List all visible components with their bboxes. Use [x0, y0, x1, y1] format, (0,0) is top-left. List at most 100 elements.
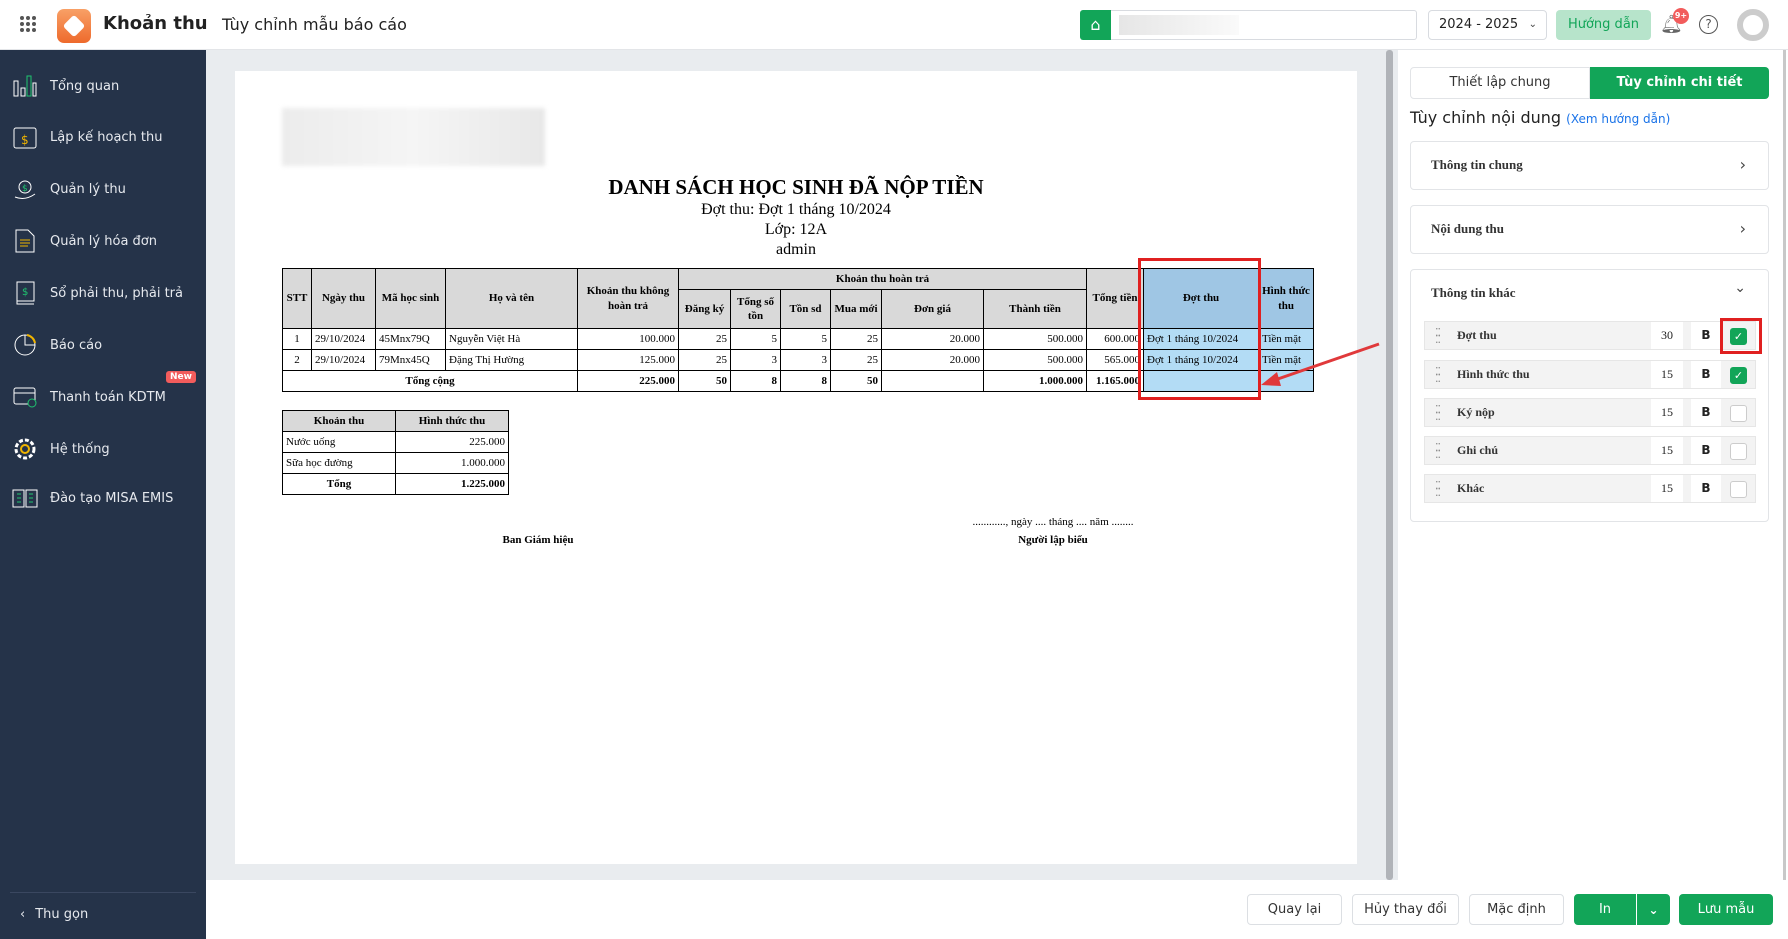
field-width-input[interactable]: 15	[1651, 361, 1683, 388]
tab-general-settings[interactable]: Thiết lập chung	[1410, 67, 1590, 99]
back-button[interactable]: Quay lại	[1247, 894, 1342, 925]
field-row-batch[interactable]: ⁚⁚ ⁚⁚ Đợt thu 30 B ✓	[1424, 321, 1756, 350]
cell: 1.000.000	[982, 370, 1088, 392]
school-year-select[interactable]: 2024 - 2025 ⌄	[1428, 10, 1547, 40]
col-total: Tổng tiền	[1086, 268, 1145, 329]
highlight-box	[1720, 318, 1762, 354]
tab-detail-settings[interactable]: Tùy chỉnh chi tiết	[1590, 67, 1769, 99]
field-visible-checkbox[interactable]: ✓	[1730, 367, 1747, 384]
field-label: Hình thức thu	[1457, 367, 1530, 381]
report-subtitle-class: Lớp: 12A	[764, 221, 828, 238]
collapse-sidebar-button[interactable]: ‹ Thu gọn	[0, 894, 206, 934]
bold-toggle[interactable]: B	[1691, 361, 1721, 388]
col-stock-used: Tồn sd	[780, 289, 831, 329]
chevron-down-icon[interactable]: ⌄	[1734, 280, 1746, 296]
field-row-signature[interactable]: ⁚⁚ ⁚⁚ Ký nộp 15 B	[1424, 398, 1756, 427]
sign-board: Ban Giám hiệu	[502, 534, 574, 546]
cell: 500.000	[982, 349, 1088, 371]
cell: 1	[282, 328, 312, 350]
drag-handle-icon[interactable]: ⁚⁚ ⁚⁚	[1435, 366, 1441, 384]
field-visible-checkbox[interactable]	[1730, 405, 1747, 422]
cell: 25	[678, 349, 731, 371]
field-visible-checkbox[interactable]	[1730, 481, 1747, 498]
cell: 20.000	[881, 328, 984, 350]
app-grid-icon[interactable]	[20, 16, 36, 32]
cell: Tổng	[282, 473, 396, 495]
cell: 5	[730, 328, 781, 350]
drag-handle-icon[interactable]: ⁚⁚ ⁚⁚	[1435, 442, 1441, 460]
col-stt: STT	[282, 268, 312, 329]
annotation-arrow	[1261, 342, 1380, 386]
chevron-left-icon: ‹	[20, 906, 26, 922]
sidebar-item-training[interactable]: Đào tạo MISA EMIS	[0, 478, 206, 518]
field-row-other[interactable]: ⁚⁚ ⁚⁚ Khác 15 B	[1424, 474, 1756, 503]
field-visible-checkbox[interactable]	[1730, 443, 1747, 460]
section-fee-content[interactable]: Nội dung thu ›	[1410, 205, 1769, 254]
cell: 1.225.000	[395, 473, 509, 495]
chevron-down-icon: ⌄	[1648, 902, 1659, 917]
col-student-code: Mã học sinh	[375, 268, 446, 329]
field-row-method[interactable]: ⁚⁚ ⁚⁚ Hình thức thu 15 B ✓	[1424, 360, 1756, 389]
help-icon[interactable]: ?	[1699, 15, 1718, 34]
section-general-info[interactable]: Thông tin chung ›	[1410, 141, 1769, 190]
drag-handle-icon[interactable]: ⁚⁚ ⁚⁚	[1435, 327, 1441, 345]
field-row-note[interactable]: ⁚⁚ ⁚⁚ Ghi chú 15 B	[1424, 436, 1756, 465]
field-width-input[interactable]: 30	[1651, 322, 1683, 349]
sidebar-item-ledger[interactable]: $ Sổ phải thu, phải trả	[0, 273, 206, 313]
print-options-dropdown[interactable]: ⌄	[1637, 894, 1670, 925]
field-width-input[interactable]: 15	[1651, 399, 1683, 426]
cell	[881, 370, 984, 392]
sidebar-item-collect[interactable]: $ Quản lý thu	[0, 169, 206, 209]
notification-badge: 9+	[1673, 8, 1689, 24]
cell: 29/10/2024	[311, 349, 376, 371]
cell: Đặng Thị Hường	[445, 349, 578, 371]
sidebar-item-reports[interactable]: Báo cáo	[0, 325, 206, 365]
app-title: Khoản thu	[103, 13, 208, 34]
sidebar-item-label: Tổng quan	[50, 78, 120, 94]
sidebar-item-label: Sổ phải thu, phải trả	[50, 285, 183, 301]
cell: 50	[678, 370, 731, 392]
save-template-button[interactable]: Lưu mẫu	[1679, 894, 1773, 925]
print-button[interactable]: In	[1574, 894, 1636, 925]
cell: 25	[830, 328, 882, 350]
table-row: Sữa học đường 1.000.000	[282, 452, 509, 474]
guide-button[interactable]: Hướng dẫn	[1556, 10, 1651, 40]
panel-heading: Tùy chỉnh nội dung	[1410, 108, 1562, 127]
guide-link[interactable]: (Xem hướng dẫn)	[1566, 112, 1670, 126]
sidebar-item-plan[interactable]: $ Lập kế hoạch thu	[0, 117, 206, 157]
svg-text:$: $	[21, 133, 29, 147]
discard-changes-button[interactable]: Hủy thay đổi	[1352, 894, 1459, 925]
col-method[interactable]: Hình thức thu	[1258, 268, 1315, 329]
section-title[interactable]: Thông tin khác	[1431, 285, 1516, 301]
panel-scrollbar[interactable]	[1783, 50, 1786, 880]
total-label: Tổng cộng	[282, 370, 578, 392]
report-subtitle-batch: Đợt thu: Đợt 1 tháng 10/2024	[701, 201, 891, 218]
bold-toggle[interactable]: B	[1691, 322, 1721, 349]
bold-toggle[interactable]: B	[1691, 399, 1721, 426]
cell: 25	[678, 328, 731, 350]
table-row: Nước uống 225.000	[282, 431, 509, 453]
school-name-field[interactable]	[1111, 10, 1417, 40]
app-logo-icon	[57, 9, 91, 43]
field-width-input[interactable]: 15	[1651, 475, 1683, 502]
sidebar-item-system[interactable]: Hệ thống	[0, 429, 206, 469]
pie-chart-icon	[12, 332, 38, 358]
preview-scrollbar[interactable]	[1386, 50, 1393, 880]
summary-col-method: Hình thức thu	[395, 410, 509, 432]
col-new-purchase: Mua mới	[830, 289, 882, 329]
cell: 8	[780, 370, 831, 392]
calendar-dollar-icon: $	[12, 124, 38, 150]
school-home-icon[interactable]: ⌂	[1080, 10, 1111, 40]
sidebar-item-invoices[interactable]: Quản lý hóa đơn	[0, 221, 206, 261]
bold-toggle[interactable]: B	[1691, 475, 1721, 502]
bold-toggle[interactable]: B	[1691, 437, 1721, 464]
sidebar-item-payment[interactable]: Thanh toán KDTM New	[0, 371, 206, 417]
drag-handle-icon[interactable]: ⁚⁚ ⁚⁚	[1435, 404, 1441, 422]
field-width-input[interactable]: 15	[1651, 437, 1683, 464]
sidebar-item-overview[interactable]: Tổng quan	[0, 66, 206, 106]
reset-default-button[interactable]: Mặc định	[1469, 894, 1564, 925]
drag-handle-icon[interactable]: ⁚⁚ ⁚⁚	[1435, 480, 1441, 498]
col-stock-total: Tổng số tồn	[730, 289, 781, 329]
col-date: Ngày thu	[311, 268, 376, 329]
avatar[interactable]	[1737, 9, 1769, 41]
